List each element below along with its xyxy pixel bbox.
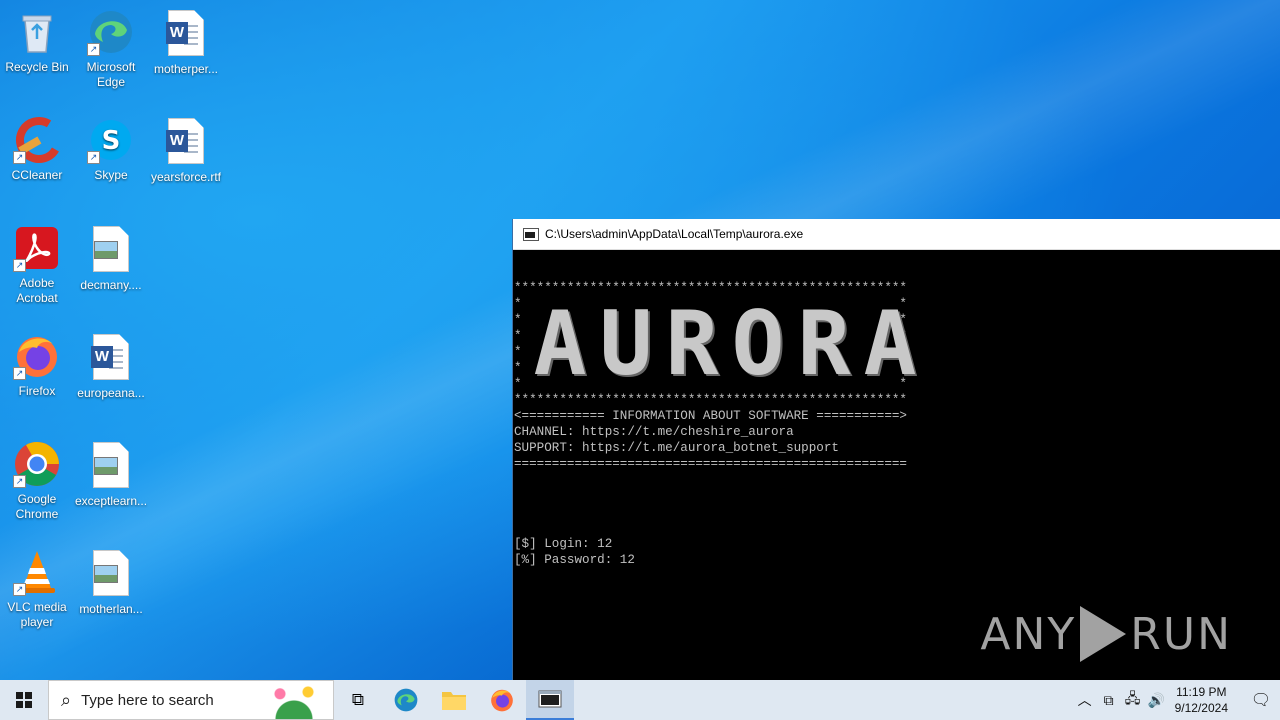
edge-icon: ↗ <box>87 8 135 56</box>
shortcut-arrow-icon: ↗ <box>13 583 26 596</box>
skype-icon: S ↗ <box>87 116 135 164</box>
image-file-icon <box>87 550 135 598</box>
desktop-icon-yearsforce[interactable]: W yearsforce.rtf <box>150 116 222 185</box>
desktop-icon-skype[interactable]: S ↗ Skype <box>75 116 147 183</box>
desktop-icon-label: motherlan... <box>79 602 143 616</box>
desktop-icon-europeana[interactable]: W europeana... <box>75 332 147 401</box>
desktop-icon-ccleaner[interactable]: ↗ CCleaner <box>1 116 73 183</box>
desktop-icon-vlc[interactable]: ↗ VLC media player <box>1 548 73 630</box>
watermark-text-left: ANY <box>980 608 1077 660</box>
image-file-icon <box>87 442 135 490</box>
console-app-icon <box>538 690 562 708</box>
search-placeholder: Type here to search <box>81 691 214 709</box>
taskbar-edge-button[interactable] <box>382 680 430 720</box>
desktop-icon-motherper[interactable]: W motherper... <box>150 8 222 77</box>
desktop-icon-label: Skype <box>94 168 128 182</box>
taskbar-console-button[interactable] <box>526 680 574 720</box>
anyrun-watermark: ANY RUN <box>980 606 1232 662</box>
word-doc-icon: W <box>87 334 135 382</box>
task-view-button[interactable]: ⧉ <box>334 680 382 720</box>
desktop-icon-firefox[interactable]: ↗ Firefox <box>1 332 73 399</box>
desktop-icon-label: CCleaner <box>11 168 63 182</box>
clock-time: 11:19 PM <box>1176 685 1227 699</box>
shortcut-arrow-icon: ↗ <box>13 151 26 164</box>
system-tray: ︿ ⧉ 🖧 🔊 11:19 PM 9/12/2024 🗨 <box>1073 680 1280 720</box>
task-view-icon: ⧉ <box>351 690 365 709</box>
volume-icon[interactable]: 🔊 <box>1145 692 1169 709</box>
taskbar-clock[interactable]: 11:19 PM 9/12/2024 <box>1175 684 1228 716</box>
taskbar-firefox-button[interactable] <box>478 680 526 720</box>
start-button[interactable] <box>0 680 48 720</box>
desktop-icon-recycle-bin[interactable]: Recycle Bin <box>1 8 73 75</box>
desktop-icon-label: Adobe Acrobat <box>16 276 58 305</box>
desktop-icon-motherlan[interactable]: motherlan... <box>75 548 147 617</box>
watermark-text-right: RUN <box>1130 608 1232 660</box>
desktop-icon-exceptlearn[interactable]: exceptlearn... <box>75 440 147 509</box>
desktop-icon-label: yearsforce.rtf <box>150 170 222 184</box>
recycle-bin-icon <box>13 8 61 56</box>
acrobat-icon: ↗ <box>13 224 61 272</box>
shortcut-arrow-icon: ↗ <box>87 151 100 164</box>
firefox-icon: ↗ <box>13 332 61 380</box>
folder-icon <box>442 692 466 710</box>
console-output[interactable]: ****************************************… <box>513 250 1280 568</box>
taskbar: ⌕ Type here to search ⧉ ︿ ⧉ 🖧 🔊 11:19 PM… <box>0 680 1280 720</box>
desktop-icon-label: Microsoft Edge <box>86 60 136 89</box>
console-titlebar[interactable]: C:\Users\admin\AppData\Local\Temp\aurora… <box>513 219 1280 250</box>
shortcut-arrow-icon: ↗ <box>13 259 26 272</box>
desktop-icon-acrobat[interactable]: ↗ Adobe Acrobat <box>1 224 73 306</box>
desktop-icon-label: europeana... <box>77 386 145 400</box>
taskbar-search-box[interactable]: ⌕ Type here to search <box>48 680 334 720</box>
vlc-icon: ↗ <box>13 548 61 596</box>
network-icon[interactable]: 🖧 <box>1121 688 1145 712</box>
meet-now-icon[interactable]: ⧉ <box>1097 692 1121 709</box>
play-icon <box>1080 606 1127 662</box>
chrome-icon: ↗ <box>13 440 61 488</box>
shortcut-arrow-icon: ↗ <box>13 367 26 380</box>
desktop-icon-label: decmany.... <box>80 278 142 292</box>
desktop-icon-label: motherper... <box>153 62 219 76</box>
chevron-up-icon[interactable]: ︿ <box>1073 690 1097 710</box>
windows-logo-icon <box>16 692 32 708</box>
notification-center-icon[interactable]: 🗨 <box>1242 690 1280 710</box>
console-title: C:\Users\admin\AppData\Local\Temp\aurora… <box>545 227 804 241</box>
clock-date: 9/12/2024 <box>1174 701 1228 715</box>
firefox-icon <box>491 689 513 712</box>
desktop-icon-chrome[interactable]: ↗ Google Chrome <box>1 440 73 522</box>
shortcut-arrow-icon: ↗ <box>87 43 100 56</box>
desktop-icon-label: Recycle Bin <box>5 60 69 74</box>
image-file-icon <box>87 226 135 274</box>
desktop-icon-label: exceptlearn... <box>75 494 148 508</box>
word-doc-icon: W <box>162 10 210 58</box>
desktop-icon-label: Google Chrome <box>15 492 59 521</box>
taskbar-file-explorer-button[interactable] <box>430 680 478 720</box>
word-doc-icon: W <box>162 118 210 166</box>
ccleaner-icon: ↗ <box>13 116 62 164</box>
desktop-icon-label: VLC media player <box>7 600 67 629</box>
search-icon: ⌕ <box>61 689 72 710</box>
desktop-icon-edge[interactable]: ↗ Microsoft Edge <box>75 8 147 90</box>
search-highlight-image <box>259 683 329 719</box>
edge-icon <box>394 688 418 712</box>
svg-text:S: S <box>102 126 121 156</box>
shortcut-arrow-icon: ↗ <box>13 475 26 488</box>
desktop-icon-decmany[interactable]: decmany.... <box>75 224 147 293</box>
console-app-icon <box>523 227 539 241</box>
desktop-icon-label: Firefox <box>18 384 56 398</box>
